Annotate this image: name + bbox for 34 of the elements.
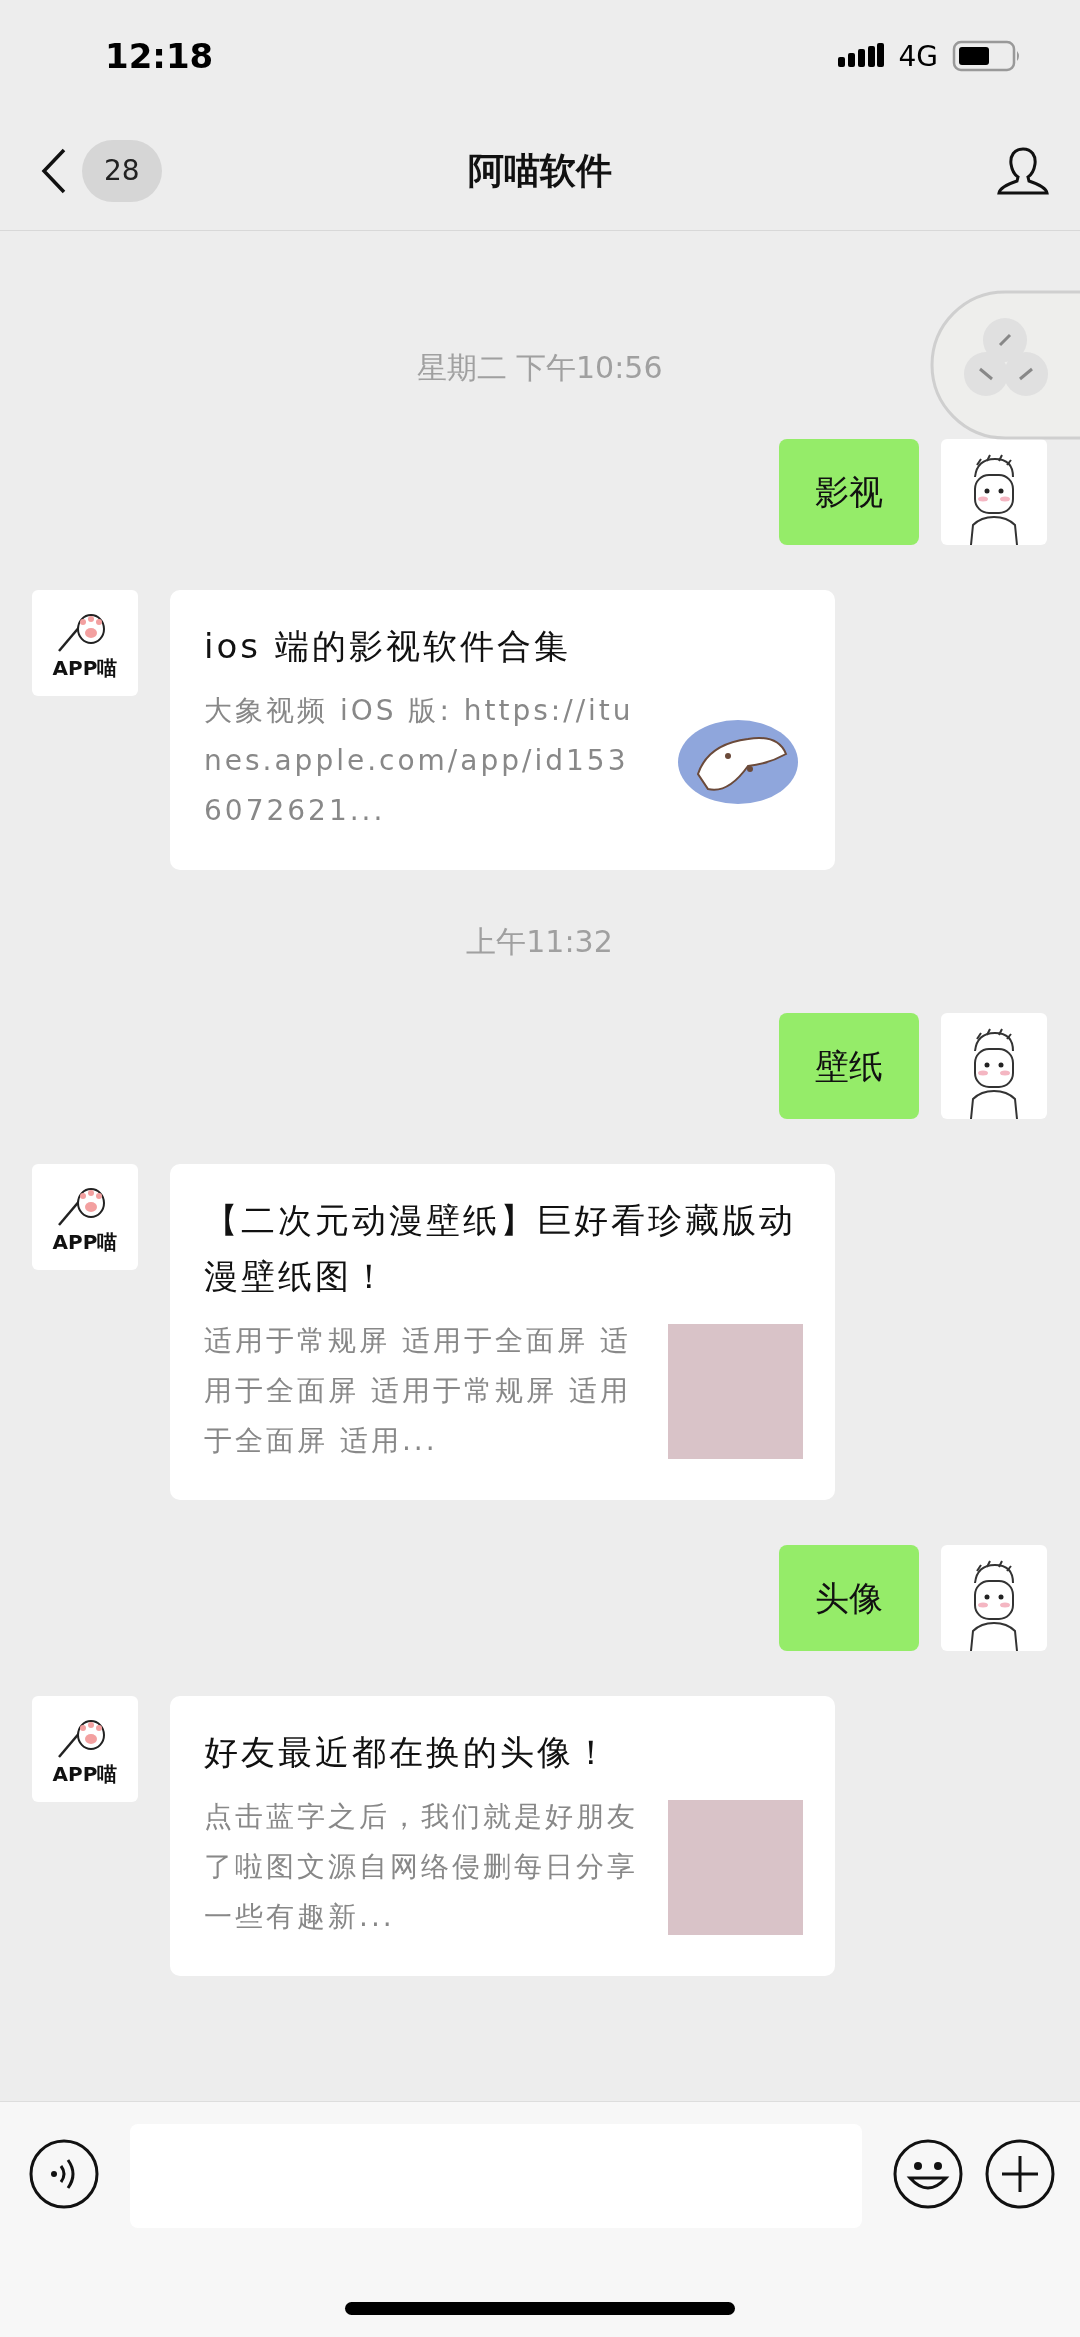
article-card[interactable]: ios 端的影视软件合集 大象视频 iOS 版: https://itunes.apple.com/app/id1536072621... [170, 590, 835, 870]
signal-icon [838, 43, 885, 69]
sent-message-bubble[interactable]: 影视 [779, 439, 919, 545]
timestamp: 星期二 下午10:56 [416, 349, 663, 387]
logo-label: APP喵 [52, 1228, 118, 1256]
sent-message-bubble[interactable]: 头像 [779, 1545, 919, 1651]
timestamp: 上午11:32 [466, 923, 613, 961]
cartoon-boy-avatar[interactable] [941, 1013, 1047, 1119]
cartoon-boy-avatar[interactable] [941, 1545, 1047, 1651]
voice-icon[interactable] [28, 2138, 100, 2210]
network-label: 4G [898, 39, 938, 73]
article-card[interactable]: 好友最近都在换的头像！ 点击蓝字之后，我们就是好朋友了啦图文源自网络侵删每日分享一些有趣新... [170, 1696, 835, 1976]
article-description: 大象视频 iOS 版: https://itunes.apple.com/app/id1536072621... [204, 693, 635, 829]
paw-logo-avatar[interactable]: APP喵 [32, 590, 138, 696]
cartoon-boy-avatar[interactable] [941, 439, 1047, 545]
article-title: 【二次元动漫壁纸】巨好看珍藏版动漫壁纸图！ [204, 1199, 797, 1298]
back-icon[interactable] [40, 147, 68, 195]
status-time: 12:18 [105, 36, 214, 76]
article-title: 好友最近都在换的头像！ [204, 1731, 612, 1774]
paw-logo-avatar[interactable]: APP喵 [32, 1164, 138, 1270]
article-title: ios 端的影视软件合集 [204, 625, 572, 668]
plus-icon[interactable] [984, 2138, 1056, 2210]
emoji-icon[interactable] [892, 2138, 964, 2210]
article-description: 点击蓝字之后，我们就是好朋友了啦图文源自网络侵删每日分享一些有趣新... [204, 1799, 639, 1935]
battery-icon [952, 40, 1022, 72]
chat-title: 阿喵软件 [468, 148, 612, 193]
unread-count-badge[interactable]: 28 [82, 140, 162, 202]
sent-message-bubble[interactable]: 壁纸 [779, 1013, 919, 1119]
article-card[interactable]: 【二次元动漫壁纸】巨好看珍藏版动漫壁纸图！ 适用于常规屏 适用于全面屏 适用于全面屏 适用于常规屏 适用于全面屏 适用... [170, 1164, 835, 1500]
logo-label: APP喵 [52, 1760, 118, 1788]
article-description: 适用于常规屏 适用于全面屏 适用于全面屏 适用于常规屏 适用于全面屏 适用... [204, 1323, 632, 1459]
paw-logo-avatar[interactable]: APP喵 [32, 1696, 138, 1802]
person-icon[interactable] [996, 146, 1050, 196]
logo-label: APP喵 [52, 654, 118, 682]
